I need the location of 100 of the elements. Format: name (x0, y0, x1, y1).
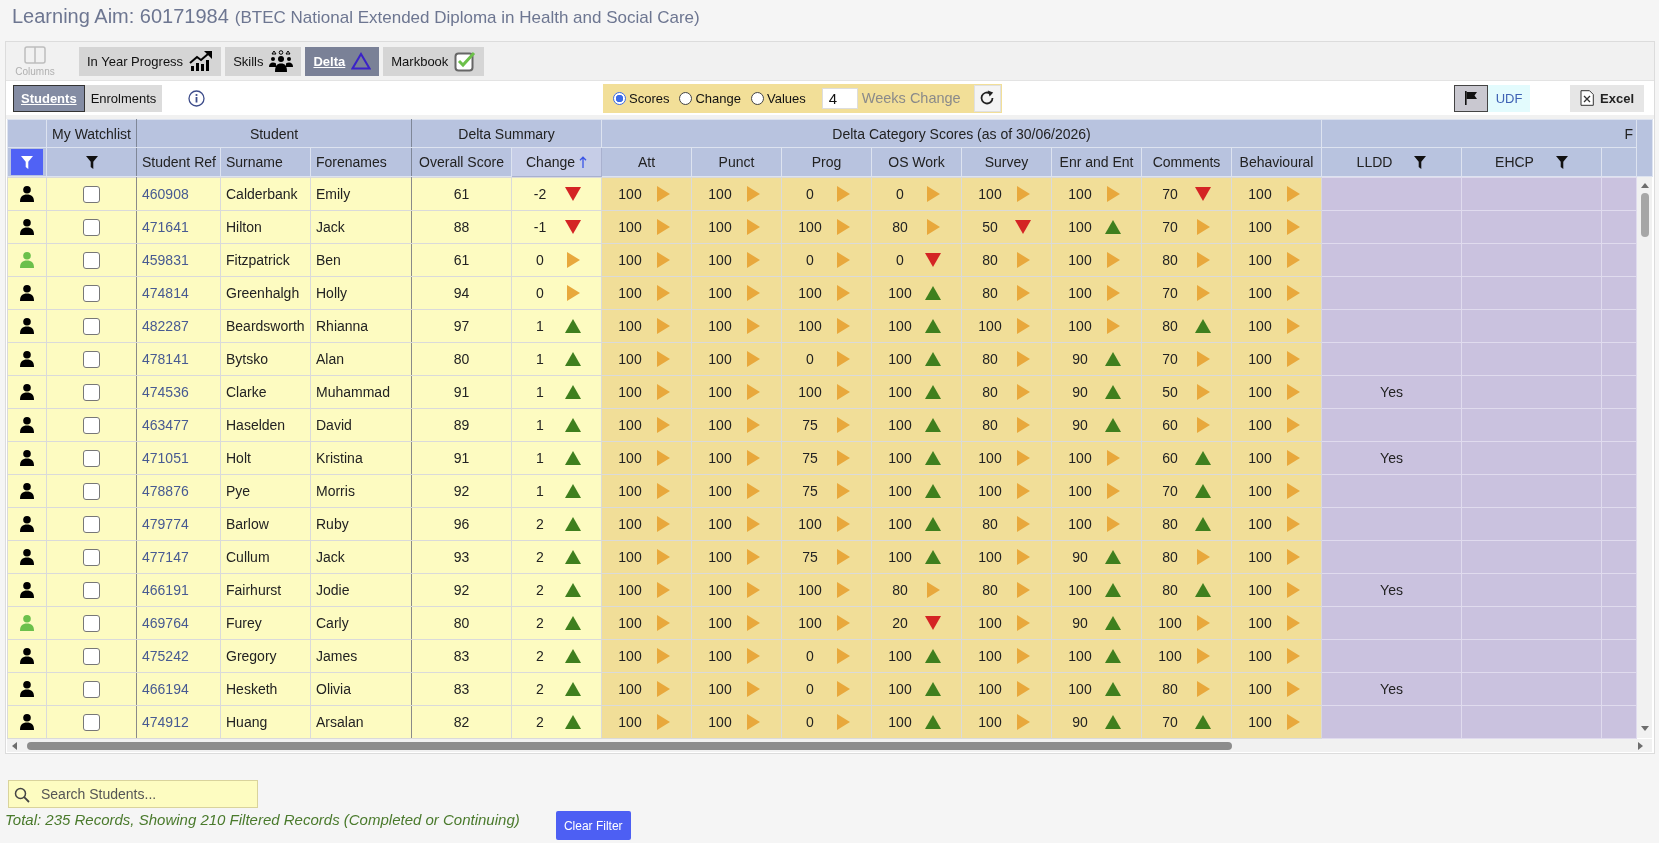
score-value: 90 (1072, 615, 1088, 631)
triangle-up-icon (565, 484, 581, 498)
sort-up-arrow-icon[interactable] (579, 156, 588, 168)
change-value: 2 (536, 648, 544, 664)
scrollbar-thumb[interactable] (27, 741, 1232, 750)
score-value: 100 (1068, 582, 1092, 598)
filter-icon[interactable] (1414, 155, 1427, 169)
filter-icon[interactable] (1555, 155, 1568, 169)
excel-button[interactable]: Excel (1570, 84, 1644, 112)
watchlist-checkbox[interactable] (83, 350, 100, 368)
watchlist-checkbox[interactable] (83, 284, 100, 302)
scroll-right-icon[interactable] (1638, 741, 1643, 750)
udf-button[interactable]: UDF (1488, 84, 1530, 112)
score-value: 70 (1162, 351, 1178, 367)
weeks-field[interactable]: 4 (821, 87, 858, 109)
flag-toggle-button[interactable] (1454, 84, 1488, 112)
view-tab[interactable]: Delta (305, 46, 380, 76)
horizontal-scrollbar[interactable] (7, 739, 1652, 752)
view-tab[interactable]: Skills (225, 46, 302, 76)
scrollbar-thumb[interactable] (1640, 193, 1649, 237)
change-value: -1 (533, 219, 547, 235)
view-tab[interactable]: Markbook (383, 46, 485, 76)
radio-button[interactable] (679, 91, 693, 105)
column-header[interactable]: Punct (691, 147, 782, 177)
overall-score-cell: 61 (411, 243, 512, 277)
watchlist-checkbox[interactable] (83, 218, 100, 236)
watchlist-checkbox[interactable] (83, 581, 100, 599)
triangle-right-icon (1286, 582, 1300, 598)
score-value: 100 (1068, 483, 1092, 499)
column-header[interactable]: Att (601, 147, 692, 177)
column-header[interactable]: Enr and Ent (1051, 147, 1142, 177)
score-value: 100 (1248, 582, 1272, 598)
triangle-up-icon (925, 286, 941, 300)
overall-score-cell: 92 (411, 573, 512, 607)
score-value: 100 (708, 681, 732, 697)
radio-button[interactable] (751, 91, 764, 105)
triangle-up-icon (925, 550, 941, 564)
score-value: 100 (708, 417, 732, 433)
watchlist-checkbox[interactable] (83, 647, 100, 665)
display-option[interactable]: Scores (613, 90, 670, 106)
score-value: 0 (806, 681, 814, 697)
score-value: 100 (618, 252, 642, 268)
watchlist-checkbox[interactable] (83, 515, 100, 533)
search-field[interactable]: Search Students... (8, 780, 258, 808)
filter-icon[interactable] (21, 155, 33, 169)
score-value: 100 (1068, 648, 1092, 664)
column-header[interactable]: EHCP (1461, 147, 1602, 177)
column-header[interactable]: Forenames (310, 147, 412, 177)
triangle-right-icon (1016, 714, 1030, 730)
column-header[interactable]: OS Work (871, 147, 962, 177)
triangle-right-icon (746, 252, 760, 268)
column-header[interactable]: Change (511, 147, 602, 177)
score-value: 100 (618, 516, 642, 532)
view-tab[interactable]: In Year Progress (79, 46, 222, 76)
forenames-cell: Holly (310, 276, 412, 310)
column-header[interactable]: Comments (1141, 147, 1232, 177)
watchlist-checkbox[interactable] (83, 251, 100, 269)
watchlist-checkbox[interactable] (83, 614, 100, 632)
overall-score-cell: 80 (411, 342, 512, 376)
column-header[interactable]: Student Ref (136, 147, 221, 177)
info-icon[interactable] (188, 89, 206, 107)
watchlist-checkbox[interactable] (83, 185, 100, 203)
clear-filter-button[interactable]: Clear Filter (555, 811, 631, 840)
watchlist-checkbox[interactable] (83, 680, 100, 698)
display-option[interactable]: Change (679, 90, 741, 106)
filter-icon[interactable] (85, 155, 98, 169)
scroll-up-icon[interactable] (1640, 183, 1649, 188)
radio-button[interactable] (613, 91, 626, 105)
watchlist-checkbox[interactable] (83, 317, 100, 335)
score-value: 100 (1068, 318, 1092, 334)
score-value: 100 (618, 615, 642, 631)
mode-tab[interactable]: Enrolments (84, 84, 163, 112)
refresh-button[interactable] (973, 84, 1001, 112)
display-option[interactable]: Values (751, 90, 806, 106)
surname-cell: Barlow (220, 507, 311, 541)
triangle-right-icon (1196, 384, 1210, 400)
watchlist-checkbox[interactable] (83, 713, 100, 731)
watchlist-checkbox[interactable] (83, 449, 100, 467)
score-value: 100 (1068, 252, 1092, 268)
column-header[interactable]: LLDD (1321, 147, 1462, 177)
filter-button[interactable] (11, 149, 43, 175)
triangle-right-icon (1286, 615, 1300, 631)
column-header[interactable]: Overall Score (411, 147, 512, 177)
watchlist-checkbox[interactable] (83, 416, 100, 434)
column-header[interactable]: Survey (961, 147, 1052, 177)
triangle-right-icon (1196, 648, 1210, 664)
scroll-left-icon[interactable] (12, 741, 17, 750)
score-value: 100 (618, 450, 642, 466)
watchlist-checkbox[interactable] (83, 548, 100, 566)
x-document-icon (1580, 90, 1594, 106)
column-header[interactable]: Surname (220, 147, 311, 177)
score-value: 80 (1162, 549, 1178, 565)
column-header[interactable]: Prog (781, 147, 872, 177)
scroll-down-icon[interactable] (1640, 726, 1649, 731)
watchlist-checkbox[interactable] (83, 482, 100, 500)
triangle-right-icon (836, 714, 850, 730)
column-header[interactable]: Behavioural (1231, 147, 1322, 177)
watchlist-checkbox[interactable] (83, 383, 100, 401)
vertical-scrollbar[interactable] (1637, 177, 1652, 738)
triangle-right-icon (836, 549, 850, 565)
